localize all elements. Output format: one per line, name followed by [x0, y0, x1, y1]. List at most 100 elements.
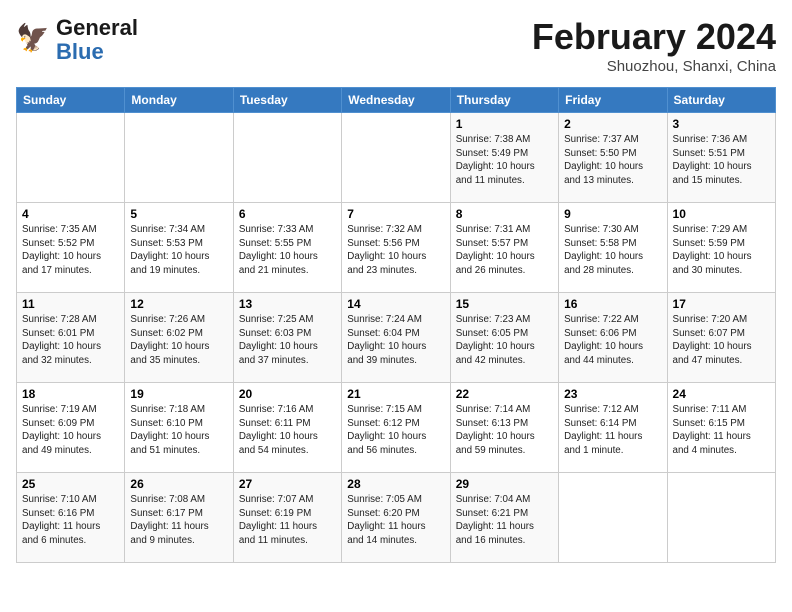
- day-info: Sunrise: 7:35 AM Sunset: 5:52 PM Dayligh…: [22, 223, 119, 278]
- day-info: Sunrise: 7:31 AM Sunset: 5:57 PM Dayligh…: [456, 223, 553, 278]
- logo-icon: 🦅: [16, 22, 52, 58]
- day-info: Sunrise: 7:05 AM Sunset: 6:20 PM Dayligh…: [347, 493, 444, 548]
- weekday-row: SundayMondayTuesdayWednesdayThursdayFrid…: [17, 88, 776, 113]
- calendar-cell: [342, 113, 450, 203]
- weekday-header: Monday: [125, 88, 233, 113]
- month-title: February 2024: [532, 16, 776, 58]
- day-number: 19: [130, 387, 227, 401]
- calendar-cell: 13 Sunrise: 7:25 AM Sunset: 6:03 PM Dayli…: [233, 293, 341, 383]
- day-info: Sunrise: 7:38 AM Sunset: 5:49 PM Dayligh…: [456, 133, 553, 188]
- day-number: 7: [347, 207, 444, 221]
- calendar-cell: 1 Sunrise: 7:38 AM Sunset: 5:49 PM Daylig…: [450, 113, 558, 203]
- calendar-cell: 6Sunrise: 7:33 AM Sunset: 5:55 PM Daylig…: [233, 203, 341, 293]
- day-number: 20: [239, 387, 336, 401]
- day-number: 10: [673, 207, 770, 221]
- calendar-week-row: 25 Sunrise: 7:10 AM Sunset: 6:16 PM Dayli…: [17, 473, 776, 563]
- day-number: 9: [564, 207, 661, 221]
- calendar-week-row: 1 Sunrise: 7:38 AM Sunset: 5:49 PM Daylig…: [17, 113, 776, 203]
- calendar-cell: 26Sunrise: 7:08 AM Sunset: 6:17 PM Dayli…: [125, 473, 233, 563]
- day-number: 6: [239, 207, 336, 221]
- day-info: Sunrise: 7:26 AM Sunset: 6:02 PM Dayligh…: [130, 313, 227, 368]
- calendar-cell: 15 Sunrise: 7:23 AM Sunset: 6:05 PM Dayli…: [450, 293, 558, 383]
- day-number: 25: [22, 477, 119, 491]
- calendar-week-row: 18 Sunrise: 7:19 AM Sunset: 6:09 PM Dayli…: [17, 383, 776, 473]
- calendar-week-row: 11 Sunrise: 7:28 AM Sunset: 6:01 PM Dayli…: [17, 293, 776, 383]
- day-info: Sunrise: 7:22 AM Sunset: 6:06 PM Dayligh…: [564, 313, 661, 368]
- day-number: 21: [347, 387, 444, 401]
- svg-text:🦅: 🦅: [16, 22, 50, 53]
- day-info: Sunrise: 7:37 AM Sunset: 5:50 PM Dayligh…: [564, 133, 661, 188]
- day-info: Sunrise: 7:32 AM Sunset: 5:56 PM Dayligh…: [347, 223, 444, 278]
- calendar-cell: 3 Sunrise: 7:36 AM Sunset: 5:51 PM Daylig…: [667, 113, 775, 203]
- calendar-cell: 7 Sunrise: 7:32 AM Sunset: 5:56 PM Daylig…: [342, 203, 450, 293]
- calendar-cell: 25 Sunrise: 7:10 AM Sunset: 6:16 PM Dayli…: [17, 473, 125, 563]
- calendar-table: SundayMondayTuesdayWednesdayThursdayFrid…: [16, 87, 776, 563]
- day-info: Sunrise: 7:28 AM Sunset: 6:01 PM Dayligh…: [22, 313, 119, 368]
- day-number: 18: [22, 387, 119, 401]
- weekday-header: Wednesday: [342, 88, 450, 113]
- calendar-cell: 4 Sunrise: 7:35 AM Sunset: 5:52 PM Daylig…: [17, 203, 125, 293]
- day-number: 5: [130, 207, 227, 221]
- day-number: 23: [564, 387, 661, 401]
- calendar-cell: 17Sunrise: 7:20 AM Sunset: 6:07 PM Dayli…: [667, 293, 775, 383]
- day-number: 11: [22, 297, 119, 311]
- calendar-cell: 28 Sunrise: 7:05 AM Sunset: 6:20 PM Dayli…: [342, 473, 450, 563]
- day-info: Sunrise: 7:14 AM Sunset: 6:13 PM Dayligh…: [456, 403, 553, 458]
- calendar-week-row: 4 Sunrise: 7:35 AM Sunset: 5:52 PM Daylig…: [17, 203, 776, 293]
- day-number: 3: [673, 117, 770, 131]
- calendar-cell: 5 Sunrise: 7:34 AM Sunset: 5:53 PM Daylig…: [125, 203, 233, 293]
- calendar-cell: 11 Sunrise: 7:28 AM Sunset: 6:01 PM Dayli…: [17, 293, 125, 383]
- calendar-cell: [233, 113, 341, 203]
- day-info: Sunrise: 7:36 AM Sunset: 5:51 PM Dayligh…: [673, 133, 770, 188]
- calendar-cell: 21 Sunrise: 7:15 AM Sunset: 6:12 PM Dayli…: [342, 383, 450, 473]
- day-number: 29: [456, 477, 553, 491]
- weekday-header: Sunday: [17, 88, 125, 113]
- day-number: 27: [239, 477, 336, 491]
- calendar-header: SundayMondayTuesdayWednesdayThursdayFrid…: [17, 88, 776, 113]
- calendar-cell: 14Sunrise: 7:24 AM Sunset: 6:04 PM Dayli…: [342, 293, 450, 383]
- day-number: 16: [564, 297, 661, 311]
- calendar-cell: [559, 473, 667, 563]
- weekday-header: Tuesday: [233, 88, 341, 113]
- day-info: Sunrise: 7:29 AM Sunset: 5:59 PM Dayligh…: [673, 223, 770, 278]
- day-info: Sunrise: 7:23 AM Sunset: 6:05 PM Dayligh…: [456, 313, 553, 368]
- calendar-body: 1 Sunrise: 7:38 AM Sunset: 5:49 PM Daylig…: [17, 113, 776, 563]
- logo: 🦅 General Blue: [16, 16, 138, 64]
- day-info: Sunrise: 7:19 AM Sunset: 6:09 PM Dayligh…: [22, 403, 119, 458]
- day-number: 28: [347, 477, 444, 491]
- location-subtitle: Shuozhou, Shanxi, China: [532, 58, 776, 75]
- calendar-cell: 9 Sunrise: 7:30 AM Sunset: 5:58 PM Daylig…: [559, 203, 667, 293]
- day-info: Sunrise: 7:07 AM Sunset: 6:19 PM Dayligh…: [239, 493, 336, 548]
- day-info: Sunrise: 7:10 AM Sunset: 6:16 PM Dayligh…: [22, 493, 119, 548]
- calendar-cell: 16 Sunrise: 7:22 AM Sunset: 6:06 PM Dayli…: [559, 293, 667, 383]
- logo-text: General Blue: [56, 16, 138, 64]
- day-info: Sunrise: 7:15 AM Sunset: 6:12 PM Dayligh…: [347, 403, 444, 458]
- day-info: Sunrise: 7:11 AM Sunset: 6:15 PM Dayligh…: [673, 403, 770, 458]
- day-info: Sunrise: 7:16 AM Sunset: 6:11 PM Dayligh…: [239, 403, 336, 458]
- day-number: 4: [22, 207, 119, 221]
- calendar-cell: 18 Sunrise: 7:19 AM Sunset: 6:09 PM Dayli…: [17, 383, 125, 473]
- day-number: 15: [456, 297, 553, 311]
- day-info: Sunrise: 7:25 AM Sunset: 6:03 PM Dayligh…: [239, 313, 336, 368]
- calendar-cell: [17, 113, 125, 203]
- day-info: Sunrise: 7:20 AM Sunset: 6:07 PM Dayligh…: [673, 313, 770, 368]
- day-info: Sunrise: 7:24 AM Sunset: 6:04 PM Dayligh…: [347, 313, 444, 368]
- calendar-cell: 19Sunrise: 7:18 AM Sunset: 6:10 PM Dayli…: [125, 383, 233, 473]
- calendar-cell: 23Sunrise: 7:12 AM Sunset: 6:14 PM Dayli…: [559, 383, 667, 473]
- calendar-cell: 20 Sunrise: 7:16 AM Sunset: 6:11 PM Dayli…: [233, 383, 341, 473]
- weekday-header: Saturday: [667, 88, 775, 113]
- calendar-cell: 27 Sunrise: 7:07 AM Sunset: 6:19 PM Dayli…: [233, 473, 341, 563]
- day-number: 8: [456, 207, 553, 221]
- calendar-cell: 24Sunrise: 7:11 AM Sunset: 6:15 PM Dayli…: [667, 383, 775, 473]
- day-number: 13: [239, 297, 336, 311]
- day-number: 2: [564, 117, 661, 131]
- calendar-cell: 2 Sunrise: 7:37 AM Sunset: 5:50 PM Daylig…: [559, 113, 667, 203]
- day-number: 1: [456, 117, 553, 131]
- calendar-cell: [125, 113, 233, 203]
- day-info: Sunrise: 7:08 AM Sunset: 6:17 PM Dayligh…: [130, 493, 227, 548]
- calendar-cell: 10 Sunrise: 7:29 AM Sunset: 5:59 PM Dayli…: [667, 203, 775, 293]
- weekday-header: Thursday: [450, 88, 558, 113]
- day-info: Sunrise: 7:30 AM Sunset: 5:58 PM Dayligh…: [564, 223, 661, 278]
- calendar-cell: 22Sunrise: 7:14 AM Sunset: 6:13 PM Dayli…: [450, 383, 558, 473]
- day-info: Sunrise: 7:34 AM Sunset: 5:53 PM Dayligh…: [130, 223, 227, 278]
